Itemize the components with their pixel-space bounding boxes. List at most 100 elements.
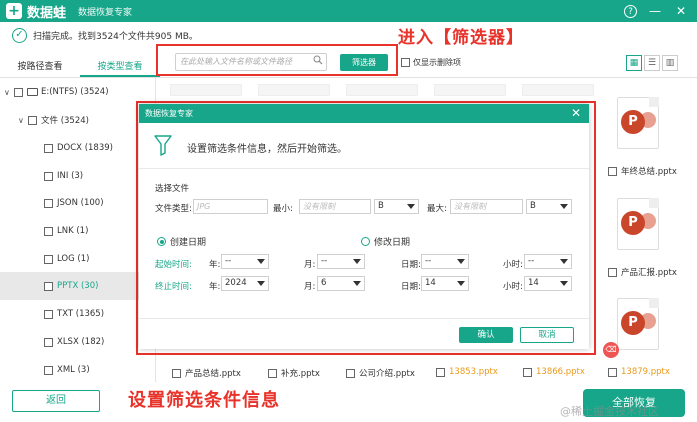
end-day-select[interactable]: 14 <box>421 276 469 291</box>
tree-node-xml[interactable]: XML (3) <box>44 362 90 378</box>
end-month-select[interactable]: 6 <box>317 276 365 291</box>
close-icon[interactable]: ✕ <box>673 3 689 19</box>
filter-button[interactable]: 筛选器 <box>340 54 388 71</box>
expand-icon[interactable]: ∨ <box>18 116 28 125</box>
tree-node-files[interactable]: ∨ 文件 (3524) <box>18 112 89 128</box>
tab-by-type[interactable]: 按类型查看 <box>80 57 160 77</box>
file-name: 产品汇报.pptx <box>621 268 677 278</box>
tree-node-docx[interactable]: DOCX (1839) <box>44 140 113 156</box>
search-icon[interactable] <box>313 55 323 65</box>
start-year-select[interactable]: -- <box>221 254 269 269</box>
end-hour-select[interactable]: 14 <box>524 276 572 291</box>
file-checkbox[interactable] <box>608 166 617 176</box>
file-item[interactable]: 13866.pptx <box>523 367 585 377</box>
chevron-down-icon <box>353 259 361 264</box>
file-thumbnail[interactable] <box>522 84 594 96</box>
scan-status-text: 扫描完成。找到3524个文件共905 MB。 <box>33 31 198 42</box>
start-hour-select[interactable]: -- <box>524 254 572 269</box>
tree-checkbox[interactable] <box>44 337 53 347</box>
tree-checkbox[interactable] <box>44 254 53 264</box>
created-date-radio[interactable]: 创建日期 <box>157 235 206 248</box>
pptx-file-icon[interactable]: P <box>617 198 659 250</box>
back-button[interactable]: 返回 <box>12 390 100 412</box>
max-size-unit-select[interactable]: B <box>526 199 572 214</box>
tree-checkbox[interactable] <box>44 226 53 236</box>
search-input[interactable]: 在此处输入文件名称或文件路径 <box>175 53 327 71</box>
min-size-input[interactable]: 没有限制 <box>299 199 371 214</box>
show-deleted-checkbox[interactable] <box>401 58 410 67</box>
grid-view-icon[interactable]: ▦ <box>626 55 642 71</box>
file-thumbnail[interactable] <box>346 84 418 96</box>
file-item[interactable]: 13879.pptx <box>608 367 670 377</box>
end-year-select[interactable]: 2024 <box>221 276 269 291</box>
tree-node-pptx[interactable]: PPTX (30) <box>44 278 98 294</box>
file-item[interactable]: 产品汇报.pptx <box>608 266 677 278</box>
tree-node-drive[interactable]: ∨ E:(NTFS) (3524) <box>4 84 109 100</box>
help-icon[interactable]: ? <box>624 4 637 18</box>
chevron-down-icon <box>407 204 415 209</box>
dialog-close-icon[interactable]: ✕ <box>571 104 581 123</box>
tree-node-ini[interactable]: INI (3) <box>44 168 83 184</box>
tab-by-path[interactable]: 按路径查看 <box>0 57 80 77</box>
file-thumbnail[interactable] <box>258 84 330 96</box>
file-checkbox[interactable] <box>523 367 532 377</box>
pptx-file-icon[interactable]: P <box>617 97 659 149</box>
confirm-button[interactable]: 确认 <box>459 327 513 343</box>
file-checkbox[interactable] <box>608 267 617 277</box>
file-checkbox[interactable] <box>608 367 617 377</box>
tree-checkbox[interactable] <box>44 143 53 153</box>
file-type-input[interactable]: JPG <box>193 199 268 214</box>
cancel-button[interactable]: 取消 <box>520 327 574 343</box>
tree-checkbox[interactable] <box>28 115 37 125</box>
start-month-select[interactable]: -- <box>317 254 365 269</box>
file-checkbox[interactable] <box>346 368 355 378</box>
tree-node-json[interactable]: JSON (100) <box>44 195 104 211</box>
file-item[interactable]: 补充.pptx <box>268 367 320 379</box>
file-checkbox[interactable] <box>436 367 445 377</box>
file-item[interactable]: 13853.pptx <box>436 367 498 377</box>
tree-node-lnk[interactable]: LNK (1) <box>44 223 88 239</box>
tree-checkbox[interactable] <box>44 281 53 291</box>
modified-date-radio[interactable]: 修改日期 <box>361 235 410 248</box>
annotation-set-filter: 设置筛选条件信息 <box>128 390 280 411</box>
list-view-icon[interactable]: ☰ <box>644 55 660 71</box>
select-file-heading: 选择文件 <box>155 184 190 194</box>
min-size-unit-select[interactable]: B <box>374 199 419 214</box>
minimize-icon[interactable]: — <box>647 3 663 19</box>
file-type-label: 文件类型: <box>155 204 192 214</box>
max-size-input[interactable]: 没有限制 <box>450 199 523 214</box>
filter-dialog: 数据恢复专家 ✕ 设置筛选条件信息，然后开始筛选。 选择文件 文件类型: JPG… <box>139 104 589 349</box>
year-label: 年: <box>209 282 221 292</box>
tree-node-txt[interactable]: TXT (1365) <box>44 306 104 322</box>
tree-label: LNK (1) <box>57 226 89 236</box>
tree-node-xlsx[interactable]: XLSX (182) <box>44 334 104 350</box>
tree-checkbox[interactable] <box>44 365 53 375</box>
expand-icon[interactable]: ∨ <box>4 88 14 97</box>
show-deleted-toggle[interactable]: 仅显示删除项 <box>401 57 461 68</box>
tree-checkbox[interactable] <box>44 309 53 319</box>
file-name: 13853.pptx <box>449 367 498 377</box>
tree-node-log[interactable]: LOG (1) <box>44 251 89 267</box>
tree-checkbox[interactable] <box>44 171 53 181</box>
title-bar: + 数据蛙 数据恢复专家 ? — ✕ <box>0 0 697 22</box>
tree-label: XML (3) <box>57 365 90 375</box>
hour-label: 小时: <box>503 260 523 270</box>
file-item[interactable]: 公司介绍.pptx <box>346 367 415 379</box>
start-day-select[interactable]: -- <box>421 254 469 269</box>
tree-checkbox[interactable] <box>14 87 23 97</box>
file-thumbnail[interactable] <box>434 84 506 96</box>
file-name: 年终总结.pptx <box>621 167 677 177</box>
tree-label: JSON (100) <box>57 198 104 208</box>
file-item[interactable]: 产品总结.pptx <box>172 367 241 379</box>
file-thumbnail[interactable] <box>170 84 242 96</box>
dialog-hint: 设置筛选条件信息，然后开始筛选。 <box>187 144 347 155</box>
detail-view-icon[interactable]: ▥ <box>662 55 678 71</box>
file-checkbox[interactable] <box>172 368 181 378</box>
view-tabs: 按路径查看 按类型查看 <box>0 57 160 77</box>
day-label: 日期: <box>401 282 421 292</box>
app-logo: + 数据蛙 <box>6 2 66 21</box>
tree-checkbox[interactable] <box>44 198 53 208</box>
file-checkbox[interactable] <box>268 368 277 378</box>
file-item[interactable]: 年终总结.pptx <box>608 165 677 177</box>
pptx-file-icon[interactable]: P <box>617 298 659 350</box>
